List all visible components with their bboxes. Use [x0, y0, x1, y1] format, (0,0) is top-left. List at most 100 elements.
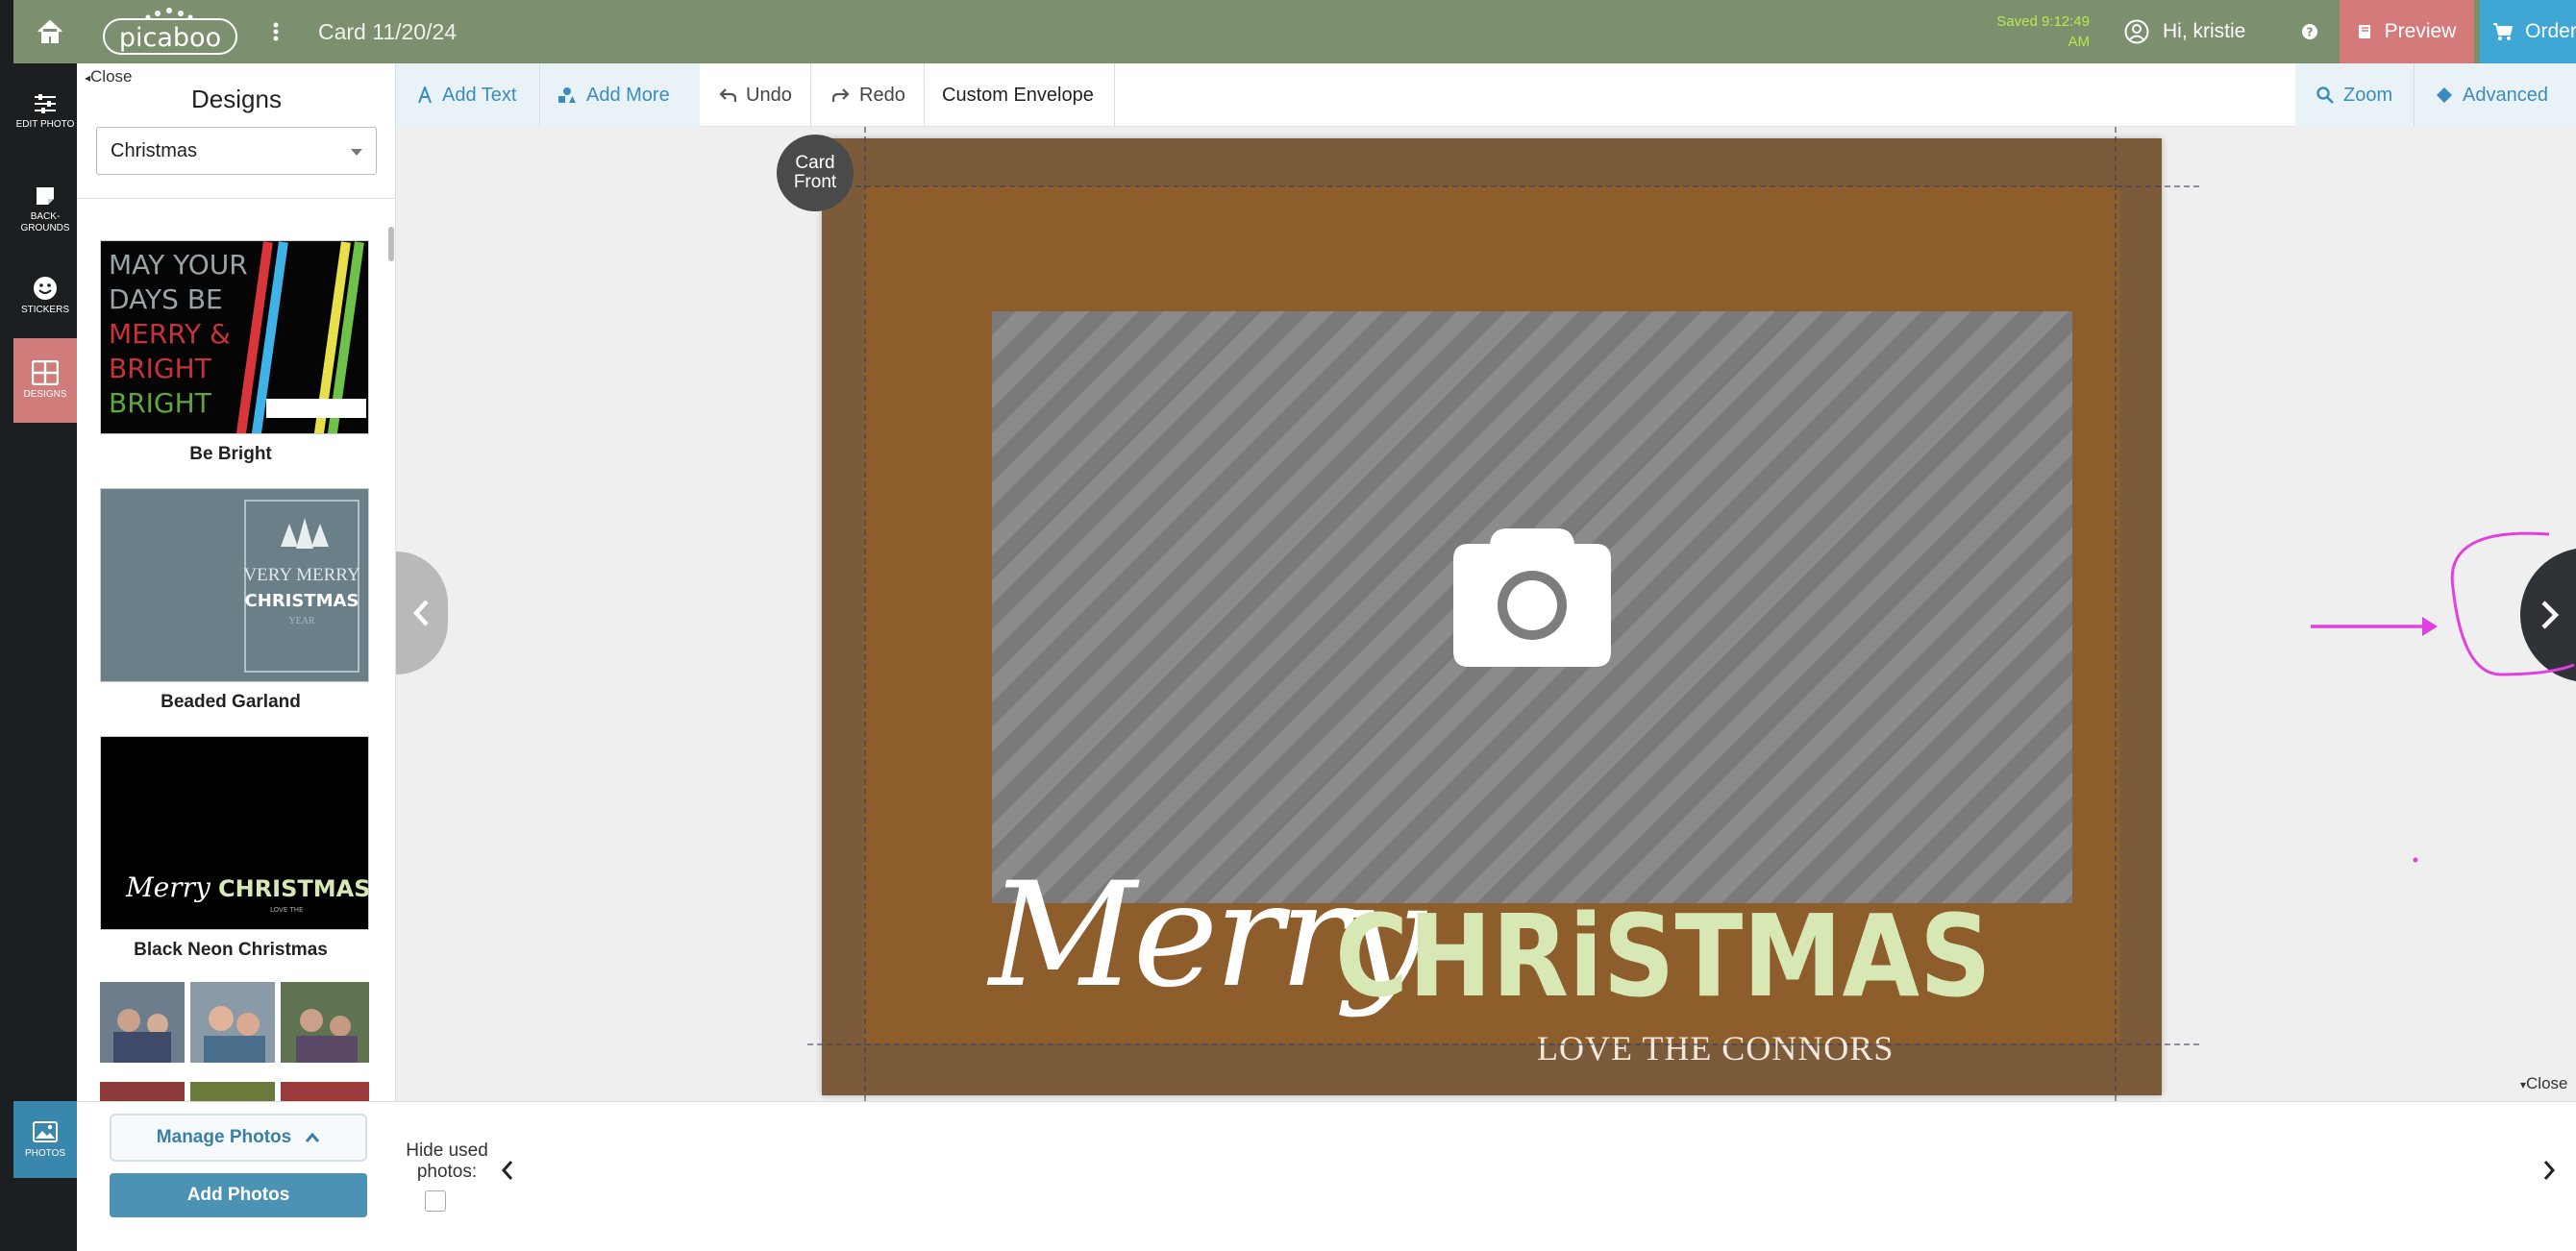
pen-annotation [2311, 531, 2575, 676]
design-name-black-neon-christmas[interactable]: Black Neon Christmas [77, 940, 384, 961]
nav-stickers[interactable]: STICKERS [13, 254, 77, 338]
christmas-text[interactable]: CHRiSTMAS [1335, 899, 1992, 1013]
grid-icon [32, 360, 59, 385]
more-menu-icon[interactable] [261, 13, 290, 50]
svg-text:CHRISTMAS: CHRISTMAS [218, 875, 369, 902]
svg-text:Merry: Merry [125, 871, 211, 903]
add-text-button[interactable]: Add Text [396, 63, 540, 127]
design-category-select[interactable]: Christmas [96, 127, 377, 175]
tray-scroll-right-icon[interactable] [2538, 1156, 2561, 1185]
card-badge-line1: Card [795, 153, 835, 173]
designs-heading: Designs [191, 85, 282, 113]
nav-edit-photo[interactable]: EDIT PHOTO [13, 69, 77, 154]
home-icon[interactable] [31, 13, 69, 50]
sliders-icon [35, 94, 56, 113]
add-photos-label: Add Photos [186, 1185, 290, 1205]
user-menu[interactable]: Hi, kristie [2124, 0, 2245, 63]
custom-envelope-button[interactable]: Custom Envelope [925, 63, 1115, 127]
image-icon [33, 1120, 58, 1142]
photo-tray: Manage Photos Add Photos Hide used photo… [77, 1101, 2576, 1251]
svg-text:MERRY &: MERRY & [109, 318, 231, 350]
design-category-value: Christmas [111, 140, 198, 161]
svg-text:VERY MERRY: VERY MERRY [243, 565, 360, 585]
signature-text[interactable]: LOVE THE CONNORS [1537, 1028, 1894, 1068]
nav-backgrounds[interactable]: BACK-GROUNDS [13, 167, 77, 252]
close-panel-label: Close [90, 67, 133, 86]
left-edge-strip [0, 0, 13, 1251]
svg-text:DAYS BE: DAYS BE [109, 283, 223, 315]
zoom-icon [2316, 86, 2334, 104]
svg-text:picaboo: picaboo [119, 23, 221, 53]
undo-button[interactable]: Undo [700, 63, 811, 127]
svg-text:BRIGHT: BRIGHT [109, 353, 212, 384]
manage-photos-button[interactable]: Manage Photos [110, 1114, 367, 1162]
zoom-button[interactable]: Zoom [2295, 63, 2415, 127]
saved-status: Saved 9:12:49 AM [1996, 13, 2090, 50]
panel-divider [77, 198, 396, 199]
design-thumb-black-neon-christmas[interactable]: Merry CHRISTMAS LOVE THE [100, 736, 369, 930]
camera-icon [1453, 528, 1611, 667]
card-design-background[interactable]: Merry CHRiSTMAS LOVE THE CONNORS [864, 186, 2119, 1067]
undo-label: Undo [746, 84, 792, 106]
add-more-label: Add More [586, 84, 670, 106]
svg-text:?: ? [2307, 26, 2314, 39]
design-name-be-bright[interactable]: Be Bright [77, 444, 384, 465]
cart-icon [2493, 23, 2514, 40]
safe-guide-left [864, 127, 866, 1101]
design-thumb-photo-collage[interactable] [100, 982, 369, 1103]
safe-guide-top [807, 185, 2199, 187]
card-front[interactable]: Merry CHRiSTMAS LOVE THE CONNORS [822, 138, 2162, 1095]
project-title[interactable]: Card 11/20/24 [318, 0, 457, 63]
close-tray-label: Close [2526, 1074, 2568, 1092]
shapes-icon [558, 87, 576, 103]
safe-guide-bottom [807, 1043, 2199, 1045]
toolbar-separator [1114, 63, 1115, 127]
preview-button[interactable]: Preview [2340, 0, 2474, 63]
advanced-button[interactable]: Advanced [2415, 63, 2576, 127]
redo-button[interactable]: Redo [811, 63, 925, 127]
advanced-label: Advanced [2463, 84, 2548, 106]
card-badge-line2: Front [793, 172, 837, 192]
svg-text:LOVE THE: LOVE THE [270, 906, 303, 914]
design-thumb-beaded-garland[interactable]: VERY MERRY CHRISTMAS YEAR [100, 488, 369, 682]
nav-photos[interactable]: PHOTOS [13, 1101, 77, 1178]
background-icon [37, 187, 54, 205]
safe-guide-right [2115, 127, 2117, 1101]
picaboo-logo[interactable]: picaboo [100, 6, 244, 58]
nav-designs[interactable]: DESIGNS [13, 338, 77, 423]
undo-icon [719, 88, 736, 102]
close-tray-link[interactable]: ▾Close [2520, 1074, 2568, 1093]
preview-label: Preview [2384, 20, 2457, 42]
chevron-up-icon [306, 1132, 320, 1142]
card-side-badge: Card Front [777, 135, 854, 211]
top-bar: picaboo Card 11/20/24 Saved 9:12:49 AM H… [13, 0, 2576, 63]
add-photos-button[interactable]: Add Photos [110, 1173, 367, 1217]
design-thumb-be-bright[interactable]: MAY YOUR DAYS BE MERRY & BRIGHT BRIGHT [100, 240, 369, 434]
design-name-beaded-garland[interactable]: Beaded Garland [77, 692, 384, 713]
user-icon [2124, 19, 2149, 44]
side-icon-nav: EDIT PHOTO BACK-GROUNDS STICKERS DESIGNS [13, 63, 88, 1251]
panel-scrollbar[interactable] [388, 227, 394, 261]
photo-placeholder[interactable] [992, 311, 2072, 903]
chevron-down-icon [351, 149, 362, 156]
svg-text:MAY YOUR: MAY YOUR [109, 249, 248, 281]
custom-envelope-label: Custom Envelope [942, 84, 1094, 106]
order-label: Order [2525, 20, 2576, 42]
annotation-dot [2413, 857, 2418, 863]
previous-page-button[interactable] [396, 552, 448, 675]
svg-text:CHRISTMAS: CHRISTMAS [245, 591, 359, 611]
nav-designs-label: DESIGNS [23, 389, 67, 400]
hide-used-checkbox[interactable] [425, 1190, 446, 1212]
chevron-left-icon [412, 600, 429, 626]
add-more-button[interactable]: Add More [540, 63, 700, 127]
hide-used-label: Hide used photos: [406, 1141, 488, 1182]
close-panel-link[interactable]: ◂Close [85, 67, 133, 86]
manage-photos-label: Manage Photos [156, 1127, 292, 1147]
tray-scroll-left-icon[interactable] [496, 1156, 519, 1185]
book-icon [2358, 25, 2370, 38]
help-icon[interactable]: ? [2286, 0, 2334, 63]
zoom-label: Zoom [2343, 84, 2393, 106]
order-button[interactable]: Order [2480, 0, 2576, 63]
svg-text:BRIGHT: BRIGHT [109, 387, 212, 419]
user-greeting: Hi, kristie [2163, 20, 2246, 42]
